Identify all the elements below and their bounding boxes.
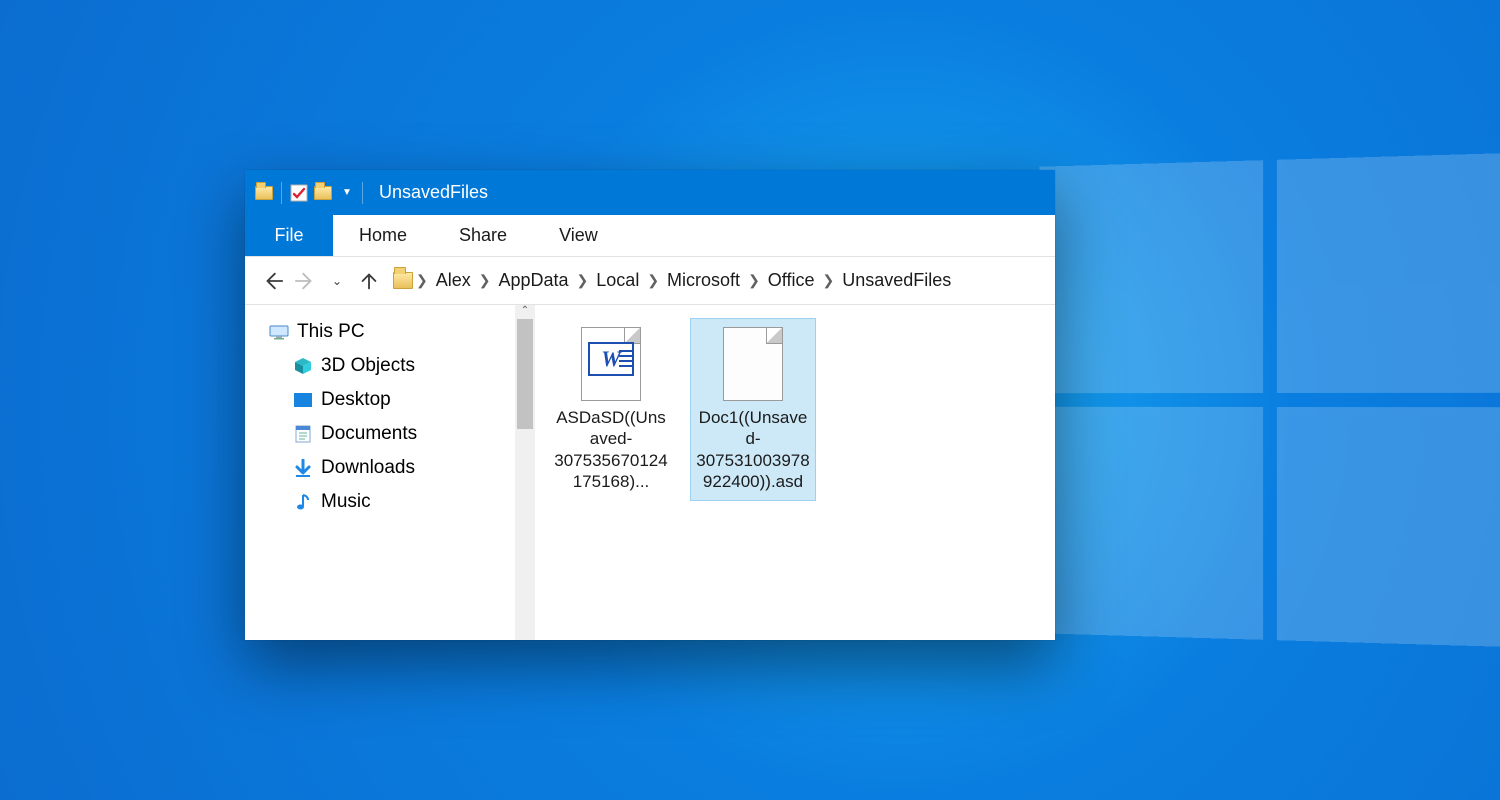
ribbon-tabs: File Home Share View [245, 215, 1055, 257]
chevron-right-icon[interactable]: ❯ [646, 272, 660, 289]
navpane-scrollbar[interactable]: ⌃ [515, 305, 535, 640]
folder-icon [393, 271, 413, 291]
download-arrow-icon [293, 458, 313, 478]
file-item[interactable]: Doc1((Unsaved-307531003978922400)).asd [691, 319, 815, 500]
properties-icon[interactable] [288, 182, 310, 204]
scrollbar-thumb[interactable] [517, 319, 533, 429]
new-folder-icon[interactable] [312, 182, 334, 204]
file-name-label: ASDaSD((Unsaved-307535670124175168)... [553, 407, 669, 492]
separator [281, 182, 282, 204]
chevron-right-icon[interactable]: ❯ [821, 272, 835, 289]
desktop-icon [293, 390, 313, 410]
chevron-right-icon[interactable]: ❯ [478, 272, 492, 289]
file-item[interactable]: W ASDaSD((Unsaved-307535670124175168)... [549, 319, 673, 500]
tree-item-label: This PC [297, 321, 365, 343]
qat-dropdown-icon[interactable]: ▼ [336, 182, 358, 204]
recent-locations-dropdown-icon[interactable]: ⌄ [321, 265, 353, 297]
titlebar[interactable]: ▼ UnsavedFiles [245, 170, 1055, 215]
tab-share[interactable]: Share [433, 215, 533, 256]
file-name-label: Doc1((Unsaved-307531003978922400)).asd [695, 407, 811, 492]
separator [362, 182, 363, 204]
chevron-right-icon[interactable]: ❯ [576, 272, 590, 289]
tree-item-label: Documents [321, 423, 417, 445]
tree-item-label: Music [321, 491, 371, 513]
generic-file-icon [718, 325, 788, 403]
navigation-pane: This PC 3D Objects Desktop Documents [245, 305, 515, 640]
up-button[interactable] [353, 265, 385, 297]
tree-item-label: 3D Objects [321, 355, 415, 377]
cube-icon [293, 356, 313, 376]
pc-icon [269, 322, 289, 342]
tab-home[interactable]: Home [333, 215, 433, 256]
tab-view[interactable]: View [533, 215, 624, 256]
back-button[interactable] [257, 265, 289, 297]
navigation-bar: ⌄ ❯ Alex ❯ AppData ❯ Local ❯ Microsoft ❯… [245, 257, 1055, 305]
tree-desktop[interactable]: Desktop [269, 383, 511, 417]
breadcrumb-segment[interactable]: Microsoft [662, 268, 745, 293]
breadcrumb-segment[interactable]: AppData [493, 268, 573, 293]
music-note-icon [293, 492, 313, 512]
content-pane[interactable]: W ASDaSD((Unsaved-307535670124175168)...… [535, 305, 1055, 640]
tree-documents[interactable]: Documents [269, 417, 511, 451]
tree-item-label: Desktop [321, 389, 391, 411]
tree-music[interactable]: Music [269, 485, 511, 519]
file-tab[interactable]: File [245, 215, 333, 256]
forward-button[interactable] [289, 265, 321, 297]
breadcrumb-segment[interactable]: Alex [431, 268, 476, 293]
tree-downloads[interactable]: Downloads [269, 451, 511, 485]
chevron-right-icon[interactable]: ❯ [747, 272, 761, 289]
tree-item-label: Downloads [321, 457, 415, 479]
documents-icon [293, 424, 313, 444]
breadcrumb-segment[interactable]: Local [591, 268, 644, 293]
tree-this-pc[interactable]: This PC [269, 315, 511, 349]
file-explorer-window: ▼ UnsavedFiles File Home Share View ⌄ ❯ … [245, 170, 1055, 640]
breadcrumb-segment[interactable]: UnsavedFiles [837, 268, 956, 293]
tree-3d-objects[interactable]: 3D Objects [269, 349, 511, 383]
address-bar[interactable]: ❯ Alex ❯ AppData ❯ Local ❯ Microsoft ❯ O… [393, 264, 956, 298]
window-title: UnsavedFiles [379, 182, 488, 203]
desktop-windows-logo [1040, 153, 1500, 647]
chevron-right-icon[interactable]: ❯ [415, 272, 429, 289]
scroll-up-icon[interactable]: ⌃ [515, 305, 535, 319]
folder-icon [253, 182, 275, 204]
breadcrumb-segment[interactable]: Office [763, 268, 820, 293]
quick-access-toolbar: ▼ [253, 182, 358, 204]
word-document-icon: W [576, 325, 646, 403]
